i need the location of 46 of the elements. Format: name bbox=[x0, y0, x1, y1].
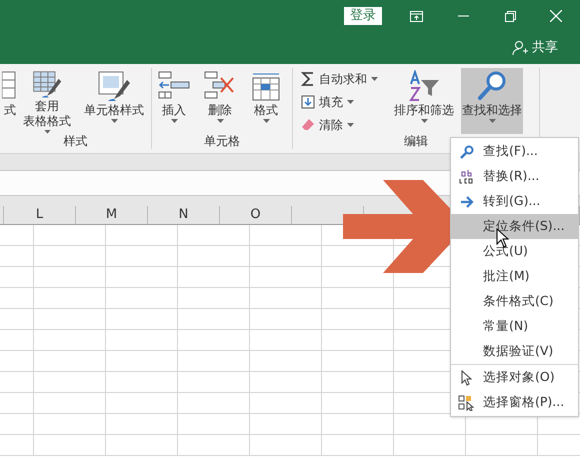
ribbon-button[interactable]: 插入 bbox=[154, 68, 194, 134]
table-brush-icon bbox=[97, 70, 131, 102]
replace-icon bbox=[459, 168, 475, 184]
ribbon-button[interactable]: 式 bbox=[2, 68, 16, 134]
person-add-icon bbox=[512, 40, 528, 56]
menu-item[interactable]: 定位条件(S)... bbox=[451, 214, 578, 239]
ribbon-button[interactable]: 格式 bbox=[246, 68, 286, 134]
ribbon-small-button[interactable]: 清除 bbox=[301, 116, 387, 134]
pointer-icon bbox=[461, 370, 473, 386]
ribbon-button[interactable]: 查找和选择 bbox=[461, 68, 523, 134]
minimize-icon[interactable] bbox=[458, 15, 469, 17]
ribbon-button[interactable]: 单元格样式 bbox=[78, 68, 150, 134]
group-label: 样式 bbox=[62, 134, 88, 150]
menu-item[interactable]: 查找(F)... bbox=[451, 139, 578, 164]
selection-pane-icon bbox=[458, 394, 476, 410]
column-header[interactable]: L bbox=[36, 205, 44, 225]
menu-item[interactable]: 常量(N) bbox=[451, 314, 578, 339]
sort-filter-icon bbox=[407, 70, 441, 102]
eraser-icon bbox=[301, 118, 315, 132]
right-arrow-icon bbox=[460, 196, 474, 208]
ribbon-button[interactable]: 套用 表格格式 bbox=[18, 68, 76, 134]
menu-item[interactable]: 选择窗格(P)... bbox=[451, 390, 578, 415]
close-icon[interactable] bbox=[550, 10, 562, 22]
column-header[interactable]: O bbox=[250, 205, 261, 225]
menu-item[interactable]: 条件格式(C) bbox=[451, 289, 578, 314]
ribbon-display-icon[interactable] bbox=[410, 10, 423, 22]
menu-item[interactable]: 数据验证(V) bbox=[451, 339, 578, 364]
sign-in-button[interactable]: 登录 bbox=[344, 7, 382, 25]
menu-item[interactable]: 转到(G)... bbox=[451, 189, 578, 214]
menu-item[interactable]: 批注(M) bbox=[451, 264, 578, 289]
ribbon-small-button[interactable]: 自动求和 bbox=[301, 70, 387, 88]
menu-item[interactable]: 替换(R)... bbox=[451, 164, 578, 189]
group-label: 单元格 bbox=[203, 134, 241, 150]
sigma-icon bbox=[301, 72, 315, 86]
column-header[interactable]: N bbox=[178, 205, 188, 225]
ribbon-small-button[interactable]: 填充 bbox=[301, 93, 387, 111]
column-header[interactable]: M bbox=[106, 205, 118, 225]
group-label: 编辑 bbox=[403, 134, 429, 150]
share-button[interactable]: 共享 bbox=[512, 38, 558, 58]
table-brush-icon bbox=[30, 70, 64, 98]
menu-item[interactable]: 选择对象(O) bbox=[451, 365, 578, 390]
restore-icon[interactable] bbox=[505, 10, 516, 22]
search-icon bbox=[460, 144, 474, 158]
ribbon-button[interactable]: 删除 bbox=[200, 68, 240, 134]
ribbon-button[interactable]: 排序和筛选 bbox=[393, 68, 455, 134]
fill-down-icon bbox=[301, 95, 315, 109]
